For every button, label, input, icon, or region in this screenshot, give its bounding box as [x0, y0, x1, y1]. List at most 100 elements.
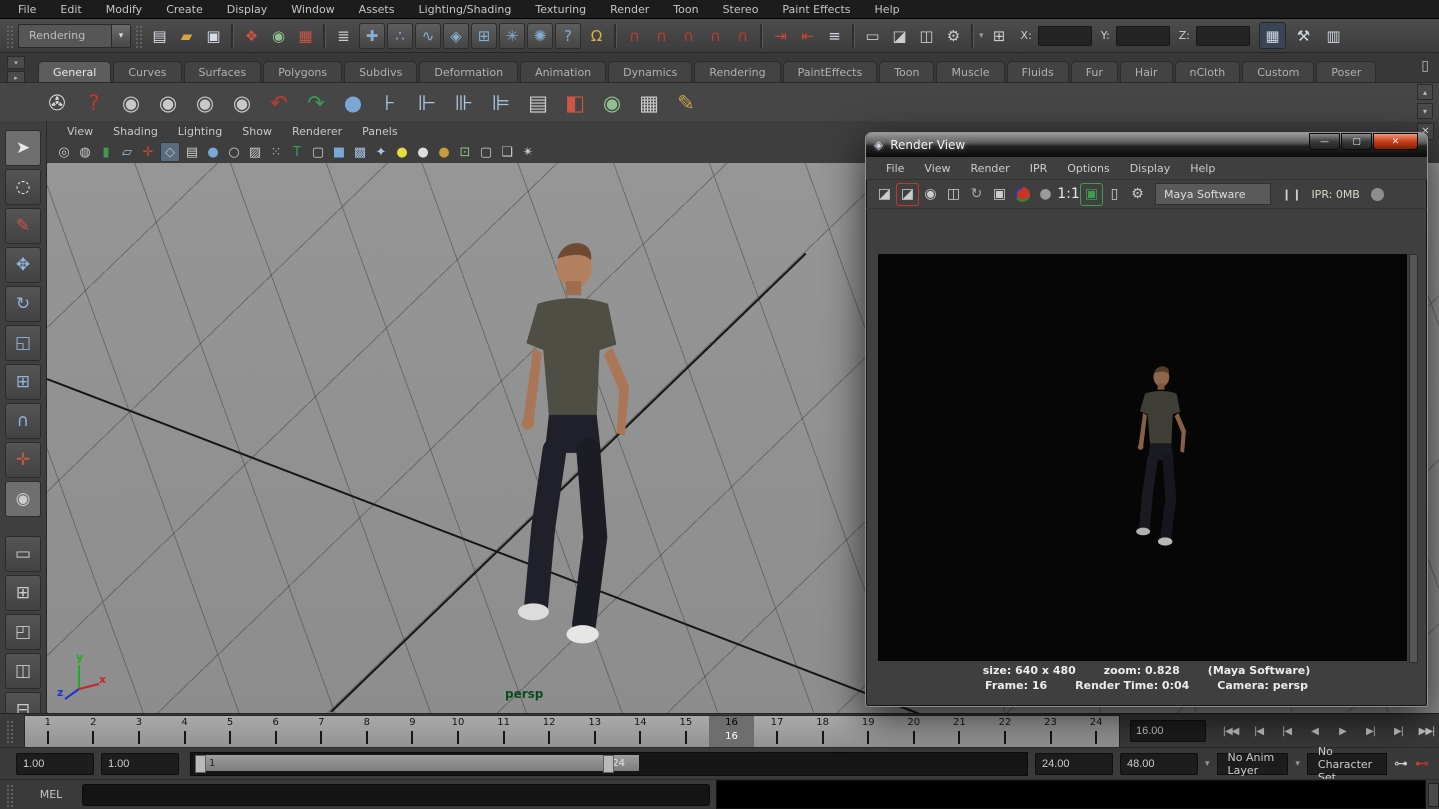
- camera-zoom-icon[interactable]: ◉: [227, 91, 257, 115]
- range-slider-track[interactable]: 1 24: [190, 752, 1028, 776]
- camera-track-icon[interactable]: ◉: [153, 91, 183, 115]
- shelf-tab-deformation[interactable]: Deformation: [419, 61, 518, 82]
- rv-menu-help[interactable]: Help: [1180, 162, 1225, 175]
- mel-command-input[interactable]: [82, 784, 710, 806]
- snap-to-point-icon[interactable]: ∩: [676, 23, 701, 48]
- command-output-field[interactable]: [716, 780, 1426, 809]
- mask-handles-icon[interactable]: ✚: [359, 23, 385, 49]
- mel-language-button[interactable]: MEL: [20, 788, 82, 801]
- chevron-down-icon[interactable]: ▾: [1295, 759, 1300, 769]
- timeline-ruler[interactable]: 1234567891011121314151616171819202122232…: [24, 715, 1120, 748]
- ipr-render-icon[interactable]: ◫: [914, 23, 939, 48]
- shelf-tab-hair[interactable]: Hair: [1120, 61, 1173, 82]
- character-model[interactable]: [493, 239, 647, 661]
- timeline-frame-2[interactable]: 2: [71, 716, 117, 747]
- ipr-render-icon[interactable]: ◫: [943, 184, 964, 205]
- highlight-selection-icon[interactable]: ⊡: [456, 143, 474, 161]
- panel-menu-shading[interactable]: Shading: [103, 125, 168, 138]
- menu-paint-effects[interactable]: Paint Effects: [770, 3, 862, 16]
- shelf-tab-toon[interactable]: Toon: [879, 61, 934, 82]
- timeline-frame-12[interactable]: 12: [526, 716, 572, 747]
- mask-rendering-icon[interactable]: ✺: [527, 23, 553, 49]
- input-connections-icon[interactable]: ⇥: [768, 23, 793, 48]
- mask-curves-icon[interactable]: ∿: [415, 23, 441, 49]
- x-coordinate-field[interactable]: [1038, 26, 1092, 46]
- redo-icon[interactable]: ↷: [301, 91, 331, 115]
- play-forwards-icon[interactable]: ▶: [1330, 721, 1355, 741]
- animation-end-field[interactable]: [1120, 753, 1198, 775]
- shelf-tab-poser[interactable]: Poser: [1316, 61, 1376, 82]
- timeline-frame-19[interactable]: 19: [845, 716, 891, 747]
- minimize-button[interactable]: —: [1309, 133, 1340, 150]
- timeline-frame-16[interactable]: 1616: [709, 716, 755, 747]
- shelf-tab-animation[interactable]: Animation: [520, 61, 606, 82]
- command-line-grip[interactable]: [5, 783, 15, 807]
- menu-help[interactable]: Help: [863, 3, 912, 16]
- render-current-frame-icon[interactable]: ◪: [887, 23, 912, 48]
- pan-zoom-icon[interactable]: ✛: [139, 143, 157, 161]
- shelf-scroll-up-icon[interactable]: ▴: [1417, 84, 1433, 100]
- y-coordinate-field[interactable]: [1116, 26, 1170, 46]
- rendered-image-canvas[interactable]: [878, 254, 1407, 661]
- field-chart-icon[interactable]: ⁙: [267, 143, 285, 161]
- rv-menu-view[interactable]: View: [914, 162, 960, 175]
- rgb-channels-icon[interactable]: ●: [1015, 187, 1030, 202]
- xray-mode-icon[interactable]: ❏: [498, 143, 516, 161]
- flat-light-icon[interactable]: ●: [414, 143, 432, 161]
- shelf-help-icon[interactable]: ?: [79, 91, 109, 115]
- shelf-tab-polygons[interactable]: Polygons: [263, 61, 342, 82]
- snap-mode-menu-icon[interactable]: ≣: [331, 23, 356, 48]
- panel-menu-renderer[interactable]: Renderer: [282, 125, 352, 138]
- alpha-channel-icon[interactable]: ●: [1035, 184, 1056, 205]
- panel-menu-panels[interactable]: Panels: [352, 125, 407, 138]
- timeline-frame-13[interactable]: 13: [572, 716, 618, 747]
- lattice-icon[interactable]: ⊫: [486, 91, 516, 115]
- resolution-gate-icon[interactable]: ○: [225, 143, 243, 161]
- mask-deformations-icon[interactable]: ⊞: [471, 23, 497, 49]
- current-time-field[interactable]: [1130, 720, 1206, 742]
- shelf-tab-custom[interactable]: Custom: [1242, 61, 1314, 82]
- undo-icon[interactable]: ↶: [264, 91, 294, 115]
- toolbar-grip[interactable]: [5, 24, 15, 48]
- ipr-pause-icon[interactable]: ❙❙: [1282, 188, 1302, 201]
- timeline-frame-18[interactable]: 18: [800, 716, 846, 747]
- zoom-one-to-one-icon[interactable]: 1:1: [1058, 184, 1079, 205]
- absolute-transform-icon[interactable]: ⊞: [987, 23, 1012, 48]
- joint-chain-icon[interactable]: ⊩: [412, 91, 442, 115]
- shelf-tab-rendering[interactable]: Rendering: [694, 61, 780, 82]
- scale-tool-icon[interactable]: ◱: [5, 325, 41, 361]
- mask-surfaces-icon[interactable]: ◈: [443, 23, 469, 49]
- range-end-handle[interactable]: [603, 755, 614, 773]
- animation-start-field[interactable]: [16, 753, 94, 775]
- open-scene-icon[interactable]: ▰: [174, 23, 199, 48]
- select-camera-icon[interactable]: ◎: [55, 143, 73, 161]
- menu-render[interactable]: Render: [598, 3, 661, 16]
- character-set-select[interactable]: No Character Set: [1307, 753, 1387, 775]
- rv-menu-display[interactable]: Display: [1120, 162, 1181, 175]
- paint-select-tool-icon[interactable]: ✎: [5, 208, 41, 244]
- shelf-tab-subdivs[interactable]: Subdivs: [344, 61, 417, 82]
- saved-layouts-icon[interactable]: ◰: [5, 614, 41, 650]
- shelf-tab-general[interactable]: General: [38, 61, 111, 82]
- menu-assets[interactable]: Assets: [347, 3, 407, 16]
- menu-create[interactable]: Create: [154, 3, 215, 16]
- shelf-tab-fluids[interactable]: Fluids: [1007, 61, 1069, 82]
- make-live-icon[interactable]: ∩: [730, 23, 755, 48]
- rv-menu-options[interactable]: Options: [1057, 162, 1119, 175]
- shelf-tab-curves[interactable]: Curves: [113, 61, 181, 82]
- time-slider-grip[interactable]: [5, 719, 15, 743]
- timeline-frame-20[interactable]: 20: [891, 716, 937, 747]
- shelf-tab-dynamics[interactable]: Dynamics: [608, 61, 692, 82]
- help-icon[interactable]: ?: [555, 23, 581, 49]
- hypergraph-icon[interactable]: ▤: [523, 91, 553, 115]
- step-back-key-icon[interactable]: |◀: [1274, 721, 1299, 741]
- shelf-tab-fur[interactable]: Fur: [1071, 61, 1118, 82]
- set-key-icon[interactable]: ⊶: [1394, 756, 1408, 772]
- ik-handle-icon[interactable]: ⊦: [375, 91, 405, 115]
- channel-box-icon[interactable]: ▥: [1321, 23, 1346, 48]
- universal-manipulator-tool-icon[interactable]: ⊞: [5, 364, 41, 400]
- soft-modification-tool-icon[interactable]: ∩: [5, 403, 41, 439]
- timeline-frame-9[interactable]: 9: [390, 716, 436, 747]
- maximize-button[interactable]: ▢: [1341, 133, 1372, 150]
- film-gate-icon[interactable]: ▤: [183, 143, 201, 161]
